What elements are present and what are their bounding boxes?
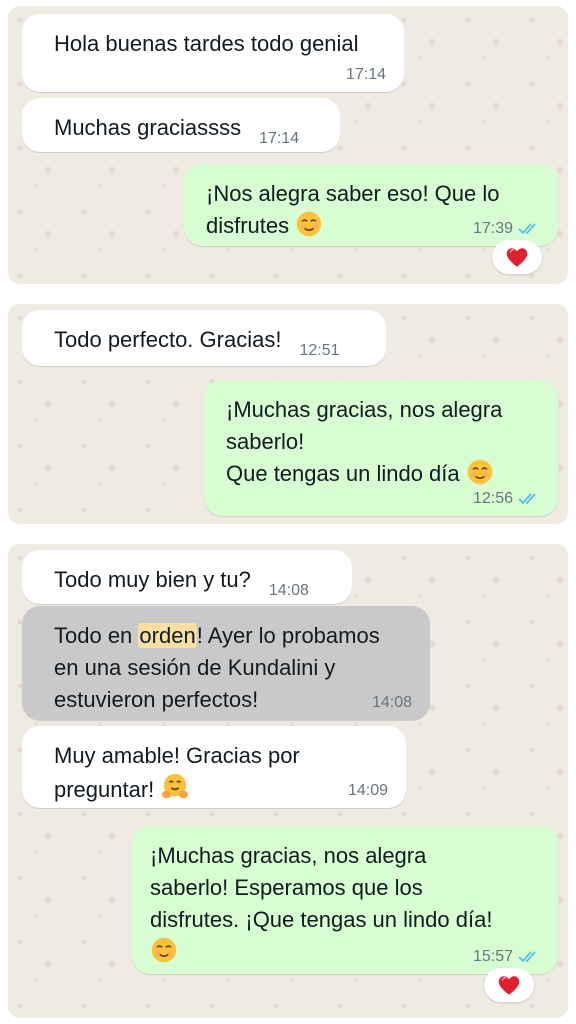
- read-ticks-icon: [518, 222, 540, 236]
- reaction-badge[interactable]: [484, 968, 534, 1002]
- message-time: 12:51: [299, 342, 340, 359]
- reaction-badge[interactable]: [492, 240, 542, 274]
- hugging-face-icon: [160, 772, 190, 802]
- message-time: 14:08: [371, 694, 412, 711]
- message-incoming[interactable]: Todo perfecto. Gracias! 12:51: [22, 310, 386, 366]
- heart-icon: [496, 972, 522, 998]
- smiling-face-icon: [295, 210, 323, 238]
- message-meta: 17:39: [473, 220, 540, 238]
- chat-panel-3: Todo muy bien y tu? 14:08 Todo en orden! …: [8, 544, 568, 1018]
- message-incoming[interactable]: Muy amable! Gracias por preguntar! 14:09: [22, 726, 406, 808]
- message-text-line: Muy amable! Gracias por: [54, 743, 300, 768]
- message-text-line: estuvieron perfectos!: [54, 687, 259, 712]
- message-time: 17:14: [259, 130, 300, 147]
- heart-icon: [504, 244, 530, 270]
- smiling-face-icon: [466, 458, 494, 486]
- search-highlight: orden: [138, 623, 197, 648]
- message-time: 14:09: [347, 782, 388, 799]
- message-text-line: saberlo!: [226, 429, 305, 454]
- message-text: Todo muy bien y tu?: [54, 567, 251, 592]
- message-meta: 12:56: [473, 490, 540, 508]
- message-incoming[interactable]: Muchas graciassss 17:14: [22, 98, 340, 152]
- message-text-line: preguntar!: [54, 777, 155, 802]
- message-meta: 15:57: [473, 948, 540, 966]
- message-text: Hola buenas tardes todo genial: [54, 31, 359, 56]
- message-time: 17:39: [472, 220, 513, 237]
- read-ticks-icon: [518, 950, 540, 964]
- smiling-face-icon: [150, 936, 178, 964]
- message-text-line: ¡Muchas gracias, nos alegra: [226, 397, 503, 422]
- message-text-line: disfrutes. ¡Que tengas un lindo día!: [150, 907, 493, 932]
- message-text-line: disfrutes: [206, 213, 290, 238]
- message-outgoing[interactable]: ¡Muchas gracias, nos alegra saberlo! Esp…: [132, 826, 558, 974]
- read-ticks-icon: [518, 492, 540, 506]
- message-text-line: ! Ayer lo probamos: [196, 623, 380, 648]
- message-text-line: Que tengas un lindo día: [226, 461, 460, 486]
- message-outgoing[interactable]: ¡Nos alegra saber eso! Que lo disfrutes …: [184, 164, 558, 246]
- message-text-line: Todo en: [54, 623, 139, 648]
- message-incoming[interactable]: Todo muy bien y tu? 14:08: [22, 550, 352, 604]
- message-incoming[interactable]: Hola buenas tardes todo genial 17:14: [22, 14, 404, 92]
- message-outgoing[interactable]: ¡Muchas gracias, nos alegra saberlo! Que…: [204, 380, 558, 516]
- message-text: Muchas graciassss: [54, 115, 242, 140]
- message-time: 12:56: [472, 490, 513, 507]
- message-time: 14:08: [268, 582, 309, 599]
- message-incoming-selected[interactable]: Todo en orden! Ayer lo probamos en una s…: [22, 606, 430, 720]
- message-text-line: ¡Muchas gracias, nos alegra: [150, 843, 427, 868]
- message-time: 17:14: [345, 66, 386, 83]
- message-text-line: ¡Nos alegra saber eso! Que lo: [206, 181, 500, 206]
- message-time: 15:57: [472, 948, 513, 965]
- message-text: Todo perfecto. Gracias!: [54, 327, 282, 352]
- chat-panel-1: Hola buenas tardes todo genial 17:14 Muc…: [8, 6, 568, 284]
- chat-panel-2: Todo perfecto. Gracias! 12:51 ¡Muchas gra…: [8, 304, 568, 524]
- message-text-line: en una sesión de Kundalini y: [54, 655, 336, 680]
- message-text-line: saberlo! Esperamos que los: [150, 875, 423, 900]
